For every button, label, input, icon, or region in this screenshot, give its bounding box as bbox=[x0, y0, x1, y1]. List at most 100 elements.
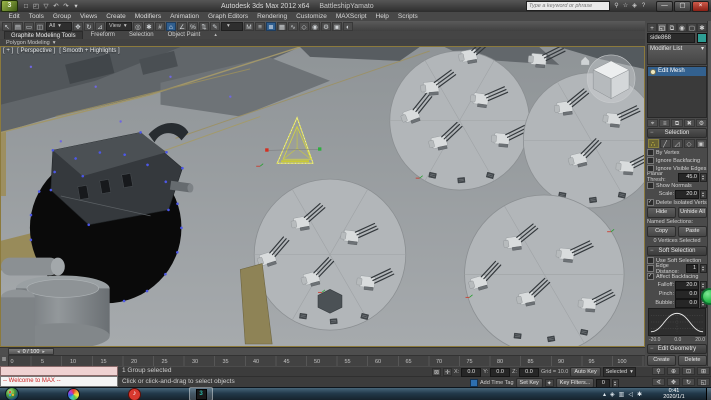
ribbon-toggle-icon[interactable]: ▦ bbox=[277, 22, 287, 31]
prev-frame-arrow[interactable]: ◂ bbox=[17, 349, 20, 355]
render-setup-icon[interactable]: ⚙ bbox=[321, 22, 331, 31]
make-unique-icon[interactable]: ⧉ bbox=[671, 119, 682, 127]
configure-modifier-sets-icon[interactable]: ⚙ bbox=[696, 119, 707, 127]
macro-recorder-field[interactable] bbox=[0, 366, 118, 376]
select-scale-icon[interactable]: ⊿ bbox=[95, 22, 105, 31]
show-end-result-icon[interactable]: ≡ bbox=[659, 119, 670, 127]
undo-icon[interactable]: ↶ bbox=[51, 2, 61, 11]
close-button[interactable]: × bbox=[692, 1, 709, 12]
percent-snap-icon[interactable]: % bbox=[188, 22, 198, 31]
edge-subobject-icon[interactable]: ╱ bbox=[660, 139, 671, 148]
z-coordinate-field[interactable]: 0.0 bbox=[519, 368, 539, 377]
menu-create[interactable]: Create bbox=[102, 13, 131, 20]
perspective-viewport[interactable] bbox=[0, 46, 645, 347]
angle-snap-icon[interactable]: ∠ bbox=[177, 22, 187, 31]
communication-center-icon[interactable]: ◈ bbox=[630, 2, 639, 10]
render-production-icon[interactable]: ◐ bbox=[343, 22, 353, 31]
gadget-tray-icon[interactable]: ◈ bbox=[610, 391, 615, 398]
open-file-icon[interactable]: ◰ bbox=[31, 2, 41, 11]
delete-isolated-verts-checkbox[interactable] bbox=[647, 199, 654, 206]
material-editor-icon[interactable]: ◉ bbox=[310, 22, 320, 31]
named-selection-edit-icon[interactable]: ✎ bbox=[210, 22, 220, 31]
viewport-canvas[interactable] bbox=[1, 47, 644, 346]
rendered-frame-icon[interactable]: ▣ bbox=[332, 22, 342, 31]
planar-thresh-field[interactable]: 45.0 bbox=[678, 173, 699, 182]
pan-icon[interactable]: ✥ bbox=[667, 378, 680, 386]
next-frame-arrow[interactable]: ▸ bbox=[42, 349, 45, 355]
zoom-icon[interactable]: ⚲ bbox=[652, 367, 665, 375]
mirror-icon[interactable]: M bbox=[244, 22, 254, 31]
maximize-button[interactable]: ▢ bbox=[674, 1, 691, 12]
selection-filter-dropdown[interactable]: All▾ bbox=[46, 22, 72, 31]
auto-key-button[interactable]: Auto Key bbox=[570, 367, 600, 377]
paste-button[interactable]: Paste bbox=[678, 226, 707, 237]
menu-rendering[interactable]: Rendering bbox=[253, 13, 292, 20]
curve-editor-icon[interactable]: ∿ bbox=[288, 22, 298, 31]
soft-selection-rollout-header[interactable]: Soft Selection bbox=[647, 246, 707, 256]
select-object-icon[interactable]: ↖ bbox=[2, 22, 12, 31]
desktop-gadget[interactable] bbox=[701, 288, 711, 305]
help-icon[interactable]: ? bbox=[639, 2, 648, 10]
zoom-extents-all-icon[interactable]: ⊞ bbox=[697, 367, 710, 375]
object-name-field[interactable]: side868 bbox=[647, 33, 695, 43]
planar-thresh-spinner[interactable] bbox=[700, 173, 707, 182]
modifier-stack[interactable]: Edit Mesh bbox=[647, 66, 707, 118]
hierarchy-tab[interactable]: ⧉ bbox=[667, 23, 677, 32]
copy-button[interactable]: Copy bbox=[647, 226, 676, 237]
color-wheel-app-icon[interactable] bbox=[67, 388, 80, 400]
selection-lock-icon[interactable]: ⊠ bbox=[432, 368, 441, 376]
field-of-view-icon[interactable]: ∢ bbox=[652, 378, 665, 386]
align-icon[interactable]: ≡ bbox=[255, 22, 265, 31]
menu-help[interactable]: Help bbox=[371, 13, 393, 20]
polygon-modeling-tab[interactable]: Polygon Modeling bbox=[6, 40, 50, 46]
edge-distance-checkbox[interactable] bbox=[647, 265, 654, 272]
menu-group[interactable]: Group bbox=[48, 13, 75, 20]
select-move-icon[interactable]: ✥ bbox=[73, 22, 83, 31]
x-coordinate-field[interactable]: 0.0 bbox=[461, 368, 481, 377]
menu-modifiers[interactable]: Modifiers bbox=[130, 13, 165, 20]
bubble-field[interactable]: 0.0 bbox=[675, 299, 699, 308]
layer-manager-icon[interactable]: ≣ bbox=[266, 22, 276, 31]
hidden-icons-arrow[interactable]: ▴ bbox=[603, 391, 606, 398]
utilities-tab[interactable]: ✱ bbox=[697, 23, 707, 32]
maxscript-mini-listener[interactable]: -- Welcome to MAX -- bbox=[0, 376, 118, 387]
menu-views[interactable]: Views bbox=[75, 13, 101, 20]
object-color-swatch[interactable] bbox=[697, 33, 707, 43]
schematic-view-icon[interactable]: ◇ bbox=[299, 22, 309, 31]
viewport-pov-menu[interactable]: [ Perspective ] bbox=[17, 48, 55, 54]
ribbon-tab-graphite-modeling-tools[interactable]: Graphite Modeling Tools bbox=[4, 31, 83, 39]
key-mode-dropdown[interactable]: Selected▾ bbox=[603, 367, 636, 377]
element-subobject-icon[interactable]: ▣ bbox=[696, 139, 707, 148]
use-soft-selection-checkbox[interactable] bbox=[647, 257, 654, 264]
spinner-snap-icon[interactable]: ⇅ bbox=[199, 22, 209, 31]
start-button[interactable] bbox=[5, 387, 19, 400]
named-selection-dropdown[interactable]: ▾ bbox=[221, 22, 243, 31]
create-button[interactable]: Create bbox=[647, 355, 676, 366]
edge-distance-spinner[interactable] bbox=[700, 264, 707, 273]
y-coordinate-field[interactable]: 0.0 bbox=[490, 368, 510, 377]
taskbar-clock[interactable]: 0:41 2020/1/1 bbox=[650, 388, 698, 400]
ribbon-tab-object-paint[interactable]: Object Paint bbox=[162, 31, 207, 39]
redo-icon[interactable]: ↷ bbox=[61, 2, 71, 11]
show-desktop-button[interactable] bbox=[706, 388, 711, 400]
select-manipulate-icon[interactable]: ✱ bbox=[144, 22, 154, 31]
volume-icon[interactable]: ◁ bbox=[628, 391, 633, 398]
zoom-extents-icon[interactable]: ⊡ bbox=[682, 367, 695, 375]
menu-customize[interactable]: Customize bbox=[292, 13, 332, 20]
menu-maxscript[interactable]: MAXScript bbox=[331, 13, 371, 20]
coordinate-system-dropdown[interactable]: View▾ bbox=[106, 22, 132, 31]
track-bar[interactable]: 0510152025303540455055606570758085909510… bbox=[0, 355, 645, 366]
menu-graph-editors[interactable]: Graph Editors bbox=[204, 13, 253, 20]
delete-button[interactable]: Delete bbox=[678, 355, 707, 366]
menu-edit[interactable]: Edit bbox=[4, 13, 24, 20]
zoom-all-icon[interactable]: ⊕ bbox=[667, 367, 680, 375]
absolute-mode-icon[interactable]: ✛ bbox=[443, 368, 452, 376]
minimize-button[interactable]: — bbox=[656, 1, 673, 12]
ribbon-tab-freeform[interactable]: Freeform bbox=[85, 31, 121, 39]
3dsmax-taskbar-button[interactable]: 3 bbox=[189, 387, 213, 400]
new-file-icon[interactable]: □ bbox=[21, 2, 31, 11]
modifier-enabled-icon[interactable] bbox=[650, 69, 656, 75]
hide-button[interactable]: Hide bbox=[647, 207, 676, 218]
search-icon[interactable]: ⚲ bbox=[612, 2, 621, 10]
modifier-list-dropdown[interactable]: Modifier List▾ bbox=[647, 44, 707, 65]
